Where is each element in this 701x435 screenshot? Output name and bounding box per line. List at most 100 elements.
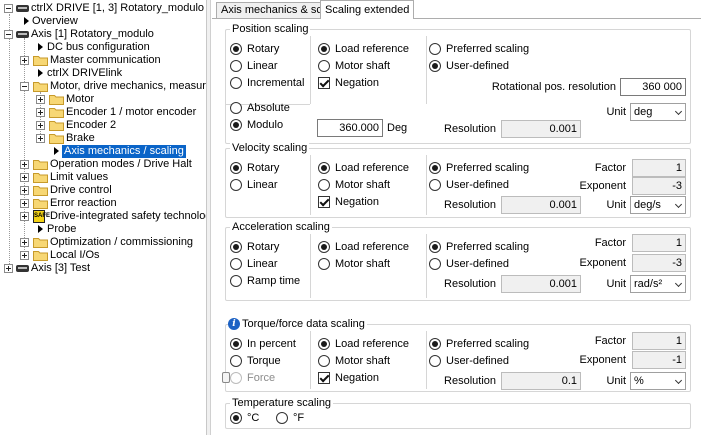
radio-button[interactable]: [230, 179, 242, 191]
modulo-unit-label: Deg: [387, 122, 408, 134]
radio-button[interactable]: [318, 258, 330, 270]
collapse-icon[interactable]: [4, 4, 13, 13]
radio-button[interactable]: [318, 162, 330, 174]
tree-item-brake[interactable]: Brake: [0, 132, 206, 145]
radio-button[interactable]: [230, 338, 242, 350]
tree-item-error-reaction[interactable]: Error reaction: [0, 197, 206, 210]
group-title: Torque/force data scaling: [240, 318, 367, 331]
radio-button[interactable]: [230, 60, 242, 72]
radio-button[interactable]: [230, 355, 242, 367]
torque-unit-select[interactable]: %: [630, 372, 686, 390]
tab-scaling-extended[interactable]: Scaling extended: [320, 0, 415, 19]
info-icon[interactable]: i: [228, 318, 240, 330]
velocity-unit-select[interactable]: deg/s: [630, 196, 686, 214]
acceleration-unit-select[interactable]: rad/s²: [630, 275, 686, 293]
acceleration-resolution-label: Resolution: [444, 278, 496, 290]
rot-resolution-field[interactable]: 360 000: [620, 78, 686, 96]
expand-icon[interactable]: [20, 56, 29, 65]
radio-button[interactable]: [429, 258, 441, 270]
arrow-right-icon: [54, 147, 59, 155]
acceleration-scaling-group: Acceleration scaling Rotary Linear Ramp …: [225, 221, 691, 301]
radio-button[interactable]: [318, 241, 330, 253]
tree-item-encoder-1[interactable]: Encoder 1 / motor encoder: [0, 106, 206, 119]
tree-item-motor-drive-mechanics[interactable]: Motor, drive mechanics, measuring system: [0, 80, 206, 93]
tree-item-motor[interactable]: Motor: [0, 93, 206, 106]
tree-item-local-ios[interactable]: Local I/Os: [0, 249, 206, 262]
velocity-resolution-field: 0.001: [501, 196, 581, 214]
expand-icon[interactable]: [20, 160, 29, 169]
tree-item-safety-technology[interactable]: SAFE Drive-integrated safety technology: [0, 210, 206, 223]
radio-button[interactable]: [230, 241, 242, 253]
axis-icon: [16, 265, 29, 272]
tree-item-limit-values[interactable]: Limit values: [0, 171, 206, 184]
tree-item-drive[interactable]: ctrlX DRIVE [1, 3] Rotatory_modulo / Tes…: [0, 2, 206, 15]
navigation-tree: ctrlX DRIVE [1, 3] Rotatory_modulo / Tes…: [0, 0, 207, 435]
expand-icon[interactable]: [20, 186, 29, 195]
tree-item-overview[interactable]: Overview: [0, 15, 206, 28]
folder-icon: [49, 134, 64, 144]
radio-button[interactable]: [318, 338, 330, 350]
tree-item-dc-bus[interactable]: DC bus configuration: [0, 41, 206, 54]
acceleration-factor-label: Factor: [594, 237, 626, 249]
tree-item-drive-control[interactable]: Drive control: [0, 184, 206, 197]
scaling-editor: Axis mechanics & scaling Scaling extende…: [212, 0, 701, 435]
checkbox[interactable]: [318, 77, 330, 89]
expand-icon[interactable]: [20, 199, 29, 208]
torque-factor-label: Factor: [594, 335, 626, 347]
position-unit-select[interactable]: deg: [630, 103, 686, 121]
tree-item-optimization[interactable]: Optimization / commissioning: [0, 236, 206, 249]
radio-button[interactable]: [429, 60, 441, 72]
radio-button[interactable]: [429, 241, 441, 253]
pane-splitter[interactable]: [207, 0, 211, 435]
expand-icon[interactable]: [36, 121, 45, 130]
radio-button[interactable]: [429, 355, 441, 367]
checkbox[interactable]: [318, 196, 330, 208]
radio-button[interactable]: [429, 162, 441, 174]
group-title: Acceleration scaling: [230, 221, 332, 234]
radio-button[interactable]: [230, 258, 242, 270]
tree-item-ctrlx-drivelink[interactable]: ctrlX DRIVElink: [0, 67, 206, 80]
arrow-right-icon: [24, 17, 29, 25]
modulo-value-field[interactable]: 360.000: [317, 119, 383, 137]
radio-button[interactable]: [318, 43, 330, 55]
radio-button[interactable]: [230, 162, 242, 174]
tree-item-master-communication[interactable]: Master communication: [0, 54, 206, 67]
expand-icon[interactable]: [20, 212, 29, 221]
radio-button[interactable]: [318, 355, 330, 367]
folder-icon: [49, 95, 64, 105]
expand-icon[interactable]: [20, 238, 29, 247]
tree-item-axis-3[interactable]: Axis [3] Test: [0, 262, 206, 275]
collapse-icon[interactable]: [4, 30, 13, 39]
radio-button[interactable]: [230, 275, 242, 287]
radio-button[interactable]: [230, 119, 242, 131]
radio-button[interactable]: [429, 338, 441, 350]
radio-button[interactable]: [230, 102, 242, 114]
radio-button[interactable]: [230, 77, 242, 89]
radio-button[interactable]: [230, 412, 242, 424]
expand-icon[interactable]: [20, 173, 29, 182]
expand-icon[interactable]: [36, 108, 45, 117]
torque-resolution-field: 0.1: [501, 372, 581, 390]
tree-item-probe[interactable]: Probe: [0, 223, 206, 236]
position-unit-label: Unit: [606, 106, 626, 118]
folder-icon: [33, 56, 48, 66]
tree-item-operation-modes[interactable]: Operation modes / Drive Halt: [0, 158, 206, 171]
folder-open-icon: [33, 82, 48, 92]
radio-button[interactable]: [429, 43, 441, 55]
radio-button[interactable]: [429, 179, 441, 191]
arrow-right-icon: [38, 225, 43, 233]
expand-icon[interactable]: [36, 134, 45, 143]
checkbox[interactable]: [318, 372, 330, 384]
radio-button[interactable]: [276, 412, 288, 424]
radio-button[interactable]: [318, 179, 330, 191]
tree-item-axis-mechanics-scaling[interactable]: Axis mechanics / scaling: [0, 145, 206, 158]
tree-item-encoder-2[interactable]: Encoder 2: [0, 119, 206, 132]
lock-icon: [222, 372, 230, 383]
collapse-icon[interactable]: [20, 82, 29, 91]
tree-item-axis-1[interactable]: Axis [1] Rotatory_modulo: [0, 28, 206, 41]
expand-icon[interactable]: [4, 264, 13, 273]
expand-icon[interactable]: [20, 251, 29, 260]
expand-icon[interactable]: [36, 95, 45, 104]
radio-button[interactable]: [318, 60, 330, 72]
radio-button[interactable]: [230, 43, 242, 55]
